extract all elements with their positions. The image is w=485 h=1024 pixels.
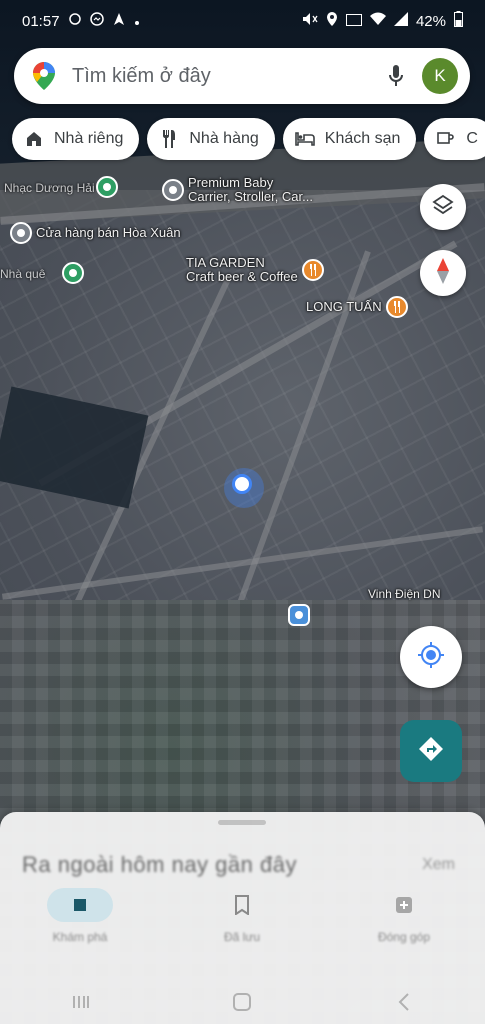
home-icon: [24, 129, 44, 149]
poi-marker[interactable]: [96, 176, 118, 198]
saved-icon: [209, 888, 275, 922]
notification-icon: [68, 12, 82, 30]
microphone-icon[interactable]: [382, 62, 410, 90]
chip-label: Nhà hàng: [189, 130, 259, 147]
lagoon: [0, 386, 149, 509]
sheet-title: Ra ngoài hôm nay gần đây: [22, 852, 297, 877]
tab-saved[interactable]: Đã lưu: [182, 888, 302, 944]
tab-label: Đóng góp: [377, 930, 431, 944]
poi-vinh-dien[interactable]: Vinh Điện DN: [368, 587, 441, 601]
directions-icon: [418, 736, 444, 767]
poi-label: Cửa hàng bán Hòa Xuân: [36, 224, 181, 240]
status-time: 01:57: [22, 12, 60, 30]
coffee-icon: [436, 129, 456, 149]
status-bar: 01:57 42%: [0, 0, 485, 42]
chip-restaurant[interactable]: Nhà hàng: [147, 118, 275, 160]
home-button-icon[interactable]: [230, 992, 254, 1012]
poi-label: TIA GARDEN Craft beer & Coffee: [186, 255, 298, 285]
battery-icon: [454, 11, 463, 31]
chip-coffee[interactable]: C: [424, 118, 485, 160]
shopping-pin-icon: [162, 179, 184, 202]
poi-label: Nhà quê: [0, 267, 46, 281]
poi-label: LONG TUẤN: [306, 298, 382, 314]
explore-icon: [47, 888, 113, 922]
shopping-pin-icon: [10, 222, 32, 244]
back-icon[interactable]: [392, 992, 416, 1012]
restaurant-icon: [159, 129, 179, 149]
recent-apps-icon[interactable]: [69, 992, 93, 1012]
directions-button[interactable]: [400, 720, 462, 782]
wifi-icon: [369, 12, 386, 30]
volte-icon: [345, 13, 362, 30]
chip-home[interactable]: Nhà riêng: [12, 118, 140, 160]
poi-topleft[interactable]: Nhạc Dương Hải: [4, 181, 95, 195]
signal-icon: [393, 12, 408, 30]
sheet-drag-handle[interactable]: [218, 820, 266, 825]
poi-label: Premium Baby Carrier, Stroller, Car...: [188, 175, 313, 205]
layers-icon: [432, 194, 454, 221]
search-input[interactable]: Tìm kiếm ở đây: [72, 65, 382, 88]
poi-premium-baby[interactable]: Premium Baby Carrier, Stroller, Car...: [162, 175, 313, 205]
tab-label: Đã lưu: [223, 930, 261, 944]
dot-icon: [134, 13, 140, 30]
maps-pin-icon: [32, 62, 56, 90]
layers-button[interactable]: [420, 184, 466, 230]
battery-percent: 42%: [415, 12, 446, 30]
compass-button[interactable]: [420, 250, 466, 296]
restaurant-pin-icon: [301, 259, 324, 282]
poi-tia-garden[interactable]: TIA GARDEN Craft beer & Coffee: [186, 255, 324, 285]
account-avatar[interactable]: K: [422, 58, 458, 94]
poi-cua-hang[interactable]: Cửa hàng bán Hòa Xuân: [10, 222, 181, 244]
tab-label: Khám phá: [52, 930, 108, 944]
tab-contribute[interactable]: Đóng góp: [344, 888, 464, 944]
shopping-pin-icon: [62, 262, 84, 284]
chip-label: Nhà riêng: [54, 130, 124, 147]
contribute-icon: [371, 888, 437, 922]
poi-long-tuan[interactable]: LONG TUẤN: [306, 296, 408, 318]
poi-marker[interactable]: [62, 262, 84, 284]
current-location-dot: [232, 474, 252, 494]
transit-pin-icon: [288, 604, 310, 626]
hotel-icon: [294, 129, 315, 149]
shopping-pin-icon: [96, 176, 118, 198]
restaurant-pin-icon: [385, 296, 408, 318]
system-navigation-bar: [0, 980, 485, 1024]
messenger-icon: [89, 12, 104, 30]
mute-icon: [302, 12, 318, 30]
poi-left-mid[interactable]: Nhà quê: [0, 267, 46, 281]
sheet-more-link[interactable]: Xem: [422, 856, 455, 874]
poi-label: Vinh Điện DN: [368, 587, 441, 601]
location-status-icon: [326, 12, 338, 30]
navigation-icon: [112, 12, 126, 30]
my-location-icon: [417, 641, 445, 674]
my-location-button[interactable]: [400, 626, 462, 688]
tab-explore[interactable]: Khám phá: [20, 888, 140, 944]
poi-marker[interactable]: [288, 604, 310, 626]
category-chips: Nhà riêng Nhà hàng Khách sạn C: [12, 118, 485, 160]
search-bar[interactable]: Tìm kiếm ở đây K: [14, 48, 470, 104]
poi-label: Nhạc Dương Hải: [4, 181, 95, 195]
chip-label: Khách sạn: [324, 130, 401, 147]
chip-label: C: [466, 130, 478, 147]
compass-icon: [436, 257, 450, 289]
chip-hotel[interactable]: Khách sạn: [282, 118, 417, 160]
